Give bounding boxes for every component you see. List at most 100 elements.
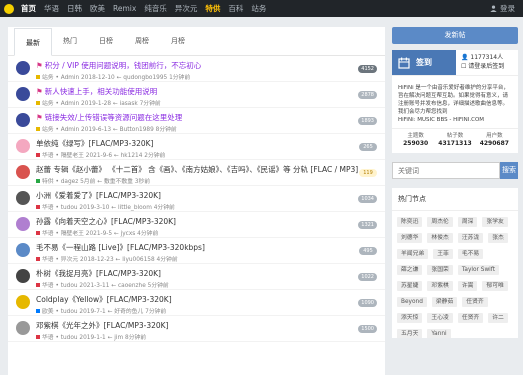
thread-last-reply-user[interactable]: jycxs [121, 231, 136, 237]
tab-item[interactable]: 周榜 [124, 27, 160, 55]
hot-node-tag[interactable]: Taylor Swift [457, 265, 500, 275]
thread-title-text[interactable]: 赵蕾 专辑《赵小蕾》 《十二首》 含《画》、《南方姑娘》、《吉吗》、《民谣》等 … [36, 165, 358, 174]
thread-category[interactable]: 特供 [42, 179, 54, 185]
thread-author[interactable]: tudou [61, 309, 78, 315]
hot-node-tag[interactable]: 周杰伦 [427, 217, 453, 227]
hot-node-tag[interactable]: 苏星婕 [397, 281, 423, 291]
hot-node-tag[interactable]: 周深 [457, 217, 478, 227]
search-button[interactable]: 搜索 [500, 162, 518, 179]
avatar[interactable] [16, 61, 30, 75]
hot-node-tag[interactable]: Beyond [397, 297, 427, 307]
thread-title-text[interactable]: 毛不易《一程山路 [Live]》[FLAC/MP3-320kbps] [36, 243, 205, 252]
thread-author[interactable]: 隔壁老王 [61, 231, 84, 237]
thread-row[interactable]: Coldplay《Yellow》[FLAC/MP3-320K] 欧美 • tudo… [8, 290, 385, 316]
tab-item[interactable]: 最新 [14, 28, 52, 56]
hot-node-tag[interactable]: 汪苏泷 [457, 233, 484, 243]
avatar[interactable] [16, 295, 30, 309]
thread-row[interactable]: 小洲《爱着爱了》[FLAC/MP3-320K] 华语 • tudou 2019-3… [8, 186, 385, 212]
thread-category[interactable]: 华语 [42, 231, 54, 237]
thread-row[interactable]: 毛不易《一程山路 [Live]》[FLAC/MP3-320kbps] 华语 • 异… [8, 238, 385, 264]
thread-title-text[interactable]: 积分 / VIP 使用问题说明，钱团前行，不忘初心 [45, 61, 202, 70]
nav-item[interactable]: 华语 [44, 0, 59, 17]
thread-title[interactable]: 朴树《我捉月亮》[FLAC/MP3-320K] [36, 268, 161, 279]
thread-row[interactable]: 赵蕾 专辑《赵小蕾》 《十二首》 含《画》、《南方姑娘》、《吉吗》、《民谣》等 … [8, 160, 385, 186]
hot-node-tag[interactable]: 任贤齐 [457, 313, 484, 323]
hot-node-tag[interactable]: 王菲 [433, 249, 453, 259]
thread-author[interactable]: tudou [61, 283, 78, 289]
thread-title-text[interactable]: 小洲《爱着爱了》[FLAC/MP3-320K] [36, 191, 161, 200]
hot-node-tag[interactable]: 毛不易 [457, 249, 484, 259]
thread-title[interactable]: 单依纯《绿写》[FLAC/MP3-320K] [36, 138, 153, 149]
thread-title[interactable]: 赵蕾 专辑《赵小蕾》 《十二首》 含《画》、《南方姑娘》、《吉吗》、《民谣》等 … [36, 164, 358, 175]
thread-last-reply-user[interactable]: jim [114, 335, 123, 341]
hot-node-tag[interactable]: 林俊杰 [427, 233, 453, 243]
thread-author[interactable]: 隔壁老王 [61, 153, 84, 159]
avatar[interactable] [16, 113, 30, 127]
tab-item[interactable]: 热门 [52, 27, 88, 55]
avatar[interactable] [16, 269, 30, 283]
thread-last-reply-user[interactable]: liyu006158 [122, 257, 154, 263]
hot-node-tag[interactable]: 羊闻兄弟 [397, 249, 429, 259]
sign-in-button[interactable]: 签到 [392, 50, 456, 75]
nav-item[interactable]: Remix [113, 0, 136, 17]
new-post-button[interactable]: 发新帖 [392, 27, 518, 44]
hot-node-tag[interactable]: Yanni [427, 329, 451, 338]
thread-title[interactable]: 孙露《向着天空之心》[FLAC/MP3-320K] [36, 216, 176, 227]
nav-item[interactable]: 首页 [21, 0, 36, 17]
thread-last-reply-user[interactable]: hk1214 [121, 153, 143, 159]
thread-author[interactable]: dagez [61, 179, 79, 185]
hot-node-tag[interactable]: 郁可唯 [482, 281, 508, 291]
thread-title-text[interactable]: Coldplay《Yellow》[FLAC/MP3-320K] [36, 295, 172, 304]
tab-item[interactable]: 月榜 [160, 27, 196, 55]
hot-node-tag[interactable]: 张杰 [488, 233, 508, 243]
thread-row[interactable]: ⚑ 积分 / VIP 使用问题说明，钱团前行，不忘初心 站务 • Admin 201… [8, 56, 385, 82]
hot-node-tag[interactable]: 任贤齐 [462, 297, 488, 307]
thread-row[interactable]: 朴树《我捉月亮》[FLAC/MP3-320K] 华语 • tudou 2021-3… [8, 264, 385, 290]
hot-node-tag[interactable]: 刘德华 [397, 233, 423, 243]
thread-last-reply-user[interactable]: 好奇的鱼儿 [114, 309, 143, 315]
thread-category[interactable]: 站务 [42, 101, 54, 107]
nav-item[interactable]: 百科 [228, 0, 243, 17]
thread-title[interactable]: ⚑ 新人快速上手，相关功能使用说明 [36, 86, 157, 97]
tab-item[interactable]: 日榜 [88, 27, 124, 55]
avatar[interactable] [16, 217, 30, 231]
hot-node-tag[interactable]: 薛之谦 [397, 265, 423, 275]
thread-title-text[interactable]: 链接失效/上传错误等资源问题在这里处理 [45, 113, 183, 122]
thread-category[interactable]: 华语 [42, 283, 54, 289]
hot-node-tag[interactable]: 许二 [488, 313, 508, 323]
thread-category[interactable]: 站务 [42, 127, 54, 133]
thread-category[interactable]: 华语 [42, 153, 54, 159]
hot-node-tag[interactable]: 梁静茹 [431, 297, 458, 307]
avatar[interactable] [16, 139, 30, 153]
nav-item[interactable]: 欧美 [90, 0, 105, 17]
thread-last-reply-user[interactable]: caoenzhe [118, 283, 146, 289]
thread-last-reply-user[interactable]: little_bloom [118, 205, 152, 211]
hot-node-tag[interactable]: 邓紫棋 [427, 281, 453, 291]
thread-row[interactable]: 邓紫棋《光年之外》[FLAC/MP3-320K] 华语 • tudou 2019-… [8, 316, 385, 342]
thread-row[interactable]: ⚑ 链接失效/上传错误等资源问题在这里处理 站务 • Admin 2019-6-13… [8, 108, 385, 134]
thread-last-reply-user[interactable]: Button1989 [120, 127, 154, 133]
thread-last-reply-user[interactable]: 敷重不敷重 [104, 179, 133, 185]
avatar[interactable] [16, 243, 30, 257]
hot-node-tag[interactable]: 许嵩 [457, 281, 478, 291]
thread-title-text[interactable]: 孙露《向着天空之心》[FLAC/MP3-320K] [36, 217, 176, 226]
thread-title-text[interactable]: 单依纯《绿写》[FLAC/MP3-320K] [36, 139, 153, 148]
thread-author[interactable]: Admin [61, 101, 79, 107]
thread-author[interactable]: Admin [61, 75, 79, 81]
avatar[interactable] [16, 321, 30, 335]
hot-node-tag[interactable]: 添天惊 [397, 313, 423, 323]
hot-node-tag[interactable]: 五月天 [397, 329, 423, 338]
search-input[interactable] [392, 162, 500, 179]
nav-item[interactable]: 特供 [205, 0, 220, 17]
avatar[interactable] [16, 191, 30, 205]
nav-item[interactable]: 纯音乐 [144, 0, 167, 17]
hot-node-tag[interactable]: 张国荣 [427, 265, 453, 275]
thread-author[interactable]: 异次元 [61, 257, 78, 263]
thread-title[interactable]: ⚑ 积分 / VIP 使用问题说明，钱团前行，不忘初心 [36, 60, 201, 71]
thread-title[interactable]: ⚑ 链接失效/上传错误等资源问题在这里处理 [36, 112, 182, 123]
thread-title[interactable]: 邓紫棋《光年之外》[FLAC/MP3-320K] [36, 320, 168, 331]
thread-category[interactable]: 欧美 [42, 309, 54, 315]
hot-node-tag[interactable]: 张学友 [482, 217, 508, 227]
nav-item[interactable]: 异次元 [175, 0, 198, 17]
thread-category[interactable]: 华语 [42, 335, 54, 341]
